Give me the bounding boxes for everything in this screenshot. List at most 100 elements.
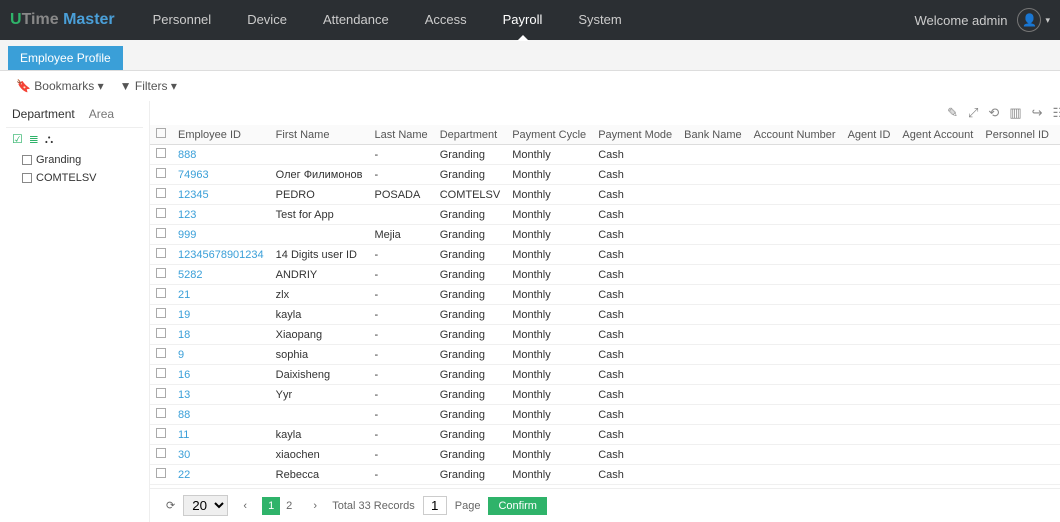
tree-item-comtelsv[interactable]: COMTELSV [6,169,143,187]
table-row[interactable]: 5282ANDRIY-GrandingMonthlyCash✎ [150,265,1060,285]
row-checkbox[interactable] [156,248,166,258]
employee-id-link[interactable]: 9 [178,349,184,361]
employee-id-link[interactable]: 16 [178,369,190,381]
row-edit-icon[interactable]: ✎ [1055,225,1060,245]
page-1[interactable]: 1 [262,497,280,515]
employee-id-link[interactable]: 13 [178,389,190,401]
col-bank-name[interactable]: Bank Name [678,125,747,145]
checkbox-icon[interactable] [22,155,32,165]
employee-id-link[interactable]: 74963 [178,169,209,181]
data-grid[interactable]: Employee IDFirst NameLast NameDepartment… [150,125,1060,488]
col-agent-account[interactable]: Agent Account [896,125,979,145]
col-employee-id[interactable]: Employee ID [172,125,270,145]
employee-id-link[interactable]: 12345678901234 [178,249,264,261]
reload-icon[interactable]: ⟳ [166,499,175,512]
tree-tab-department[interactable]: Department [12,107,75,121]
row-checkbox[interactable] [156,388,166,398]
nav-payroll[interactable]: Payroll [485,0,561,40]
employee-id-link[interactable]: 18 [178,329,190,341]
nav-attendance[interactable]: Attendance [305,0,407,40]
tree-tab-area[interactable]: Area [89,107,114,121]
row-checkbox[interactable] [156,428,166,438]
col-payment-cycle[interactable]: Payment Cycle [506,125,592,145]
table-row[interactable]: 74963Олег Филимонов-GrandingMonthlyCash✎ [150,165,1060,185]
page-size-select[interactable]: 20 [183,495,228,516]
checkbox-icon[interactable] [22,173,32,183]
col-first-name[interactable]: First Name [270,125,369,145]
select-all-checkbox[interactable] [156,128,166,138]
refresh-icon[interactable]: ⟲ [988,105,999,121]
employee-id-link[interactable]: 30 [178,449,190,461]
table-row[interactable]: 999MejiaGrandingMonthlyCash✎ [150,225,1060,245]
row-checkbox[interactable] [156,408,166,418]
prev-page-button[interactable]: ‹ [236,497,254,515]
confirm-button[interactable]: Confirm [488,497,547,515]
columns-icon[interactable]: ▥ [1009,105,1021,121]
edit-icon[interactable]: ✎ [947,105,958,121]
tree-org-icon[interactable]: ⛬ [45,132,53,147]
user-menu-caret-icon[interactable]: ▾ [1045,15,1050,26]
row-edit-icon[interactable]: ✎ [1055,185,1060,205]
row-edit-icon[interactable]: ✎ [1055,345,1060,365]
user-avatar-icon[interactable]: 👤 [1017,8,1041,32]
row-edit-icon[interactable]: ✎ [1055,205,1060,225]
row-checkbox[interactable] [156,168,166,178]
col-payment-mode[interactable]: Payment Mode [592,125,678,145]
table-row[interactable]: 22Rebecca-GrandingMonthlyCash✎ [150,465,1060,485]
table-row[interactable]: 12345PEDROPOSADACOMTELSVMonthlyCash✎ [150,185,1060,205]
row-edit-icon[interactable]: ✎ [1055,445,1060,465]
nav-device[interactable]: Device [229,0,305,40]
table-row[interactable]: 16Daixisheng-GrandingMonthlyCash✎ [150,365,1060,385]
row-edit-icon[interactable]: ✎ [1055,245,1060,265]
bookmarks-button[interactable]: 🔖 Bookmarks ▾ [16,79,104,93]
row-edit-icon[interactable]: ✎ [1055,465,1060,485]
row-checkbox[interactable] [156,448,166,458]
table-row[interactable]: 9sophia-GrandingMonthlyCash✎ [150,345,1060,365]
row-edit-icon[interactable]: ✎ [1055,165,1060,185]
tree-item-granding[interactable]: Granding [6,151,143,169]
export-icon[interactable]: ↪ [1032,105,1043,121]
employee-id-link[interactable]: 21 [178,289,190,301]
goto-page-input[interactable] [423,496,447,515]
row-checkbox[interactable] [156,188,166,198]
row-checkbox[interactable] [156,328,166,338]
table-row[interactable]: 19kayla-GrandingMonthlyCash✎ [150,305,1060,325]
row-edit-icon[interactable]: ✎ [1055,405,1060,425]
table-row[interactable]: 13Yyr-GrandingMonthlyCash✎ [150,385,1060,405]
filters-button[interactable]: ▼ Filters ▾ [120,79,177,93]
col-department[interactable]: Department [434,125,507,145]
employee-id-link[interactable]: 12345 [178,189,209,201]
row-edit-icon[interactable]: ✎ [1055,425,1060,445]
row-checkbox[interactable] [156,308,166,318]
row-edit-icon[interactable]: ✎ [1055,285,1060,305]
table-row[interactable]: 1234567890123414 Digits user ID-Granding… [150,245,1060,265]
row-checkbox[interactable] [156,468,166,478]
tree-check-icon[interactable]: ☑ [12,132,23,147]
row-edit-icon[interactable]: ✎ [1055,305,1060,325]
table-row[interactable]: 88-GrandingMonthlyCash✎ [150,405,1060,425]
table-row[interactable]: 11kayla-GrandingMonthlyCash✎ [150,425,1060,445]
row-checkbox[interactable] [156,268,166,278]
tab-employee-profile[interactable]: Employee Profile [8,46,123,70]
table-row[interactable]: 888-GrandingMonthlyCash✎ [150,145,1060,165]
next-page-button[interactable]: › [306,497,324,515]
expand-icon[interactable]: ⤢ [968,105,978,121]
row-checkbox[interactable] [156,228,166,238]
row-edit-icon[interactable]: ✎ [1055,325,1060,345]
row-edit-icon[interactable]: ✎ [1055,365,1060,385]
row-checkbox[interactable] [156,148,166,158]
row-checkbox[interactable] [156,208,166,218]
row-edit-icon[interactable]: ✎ [1055,265,1060,285]
row-edit-icon[interactable]: ✎ [1055,385,1060,405]
col-last-name[interactable]: Last Name [368,125,433,145]
tree-list-icon[interactable]: ≣ [29,132,39,147]
col-account-number[interactable]: Account Number [748,125,842,145]
table-row[interactable]: 18Xiaopang-GrandingMonthlyCash✎ [150,325,1060,345]
row-edit-icon[interactable]: ✎ [1055,145,1060,165]
nav-access[interactable]: Access [407,0,485,40]
employee-id-link[interactable]: 888 [178,149,196,161]
col-personnel-id[interactable]: Personnel ID [979,125,1055,145]
row-checkbox[interactable] [156,368,166,378]
employee-id-link[interactable]: 88 [178,409,190,421]
employee-id-link[interactable]: 11 [178,429,189,441]
